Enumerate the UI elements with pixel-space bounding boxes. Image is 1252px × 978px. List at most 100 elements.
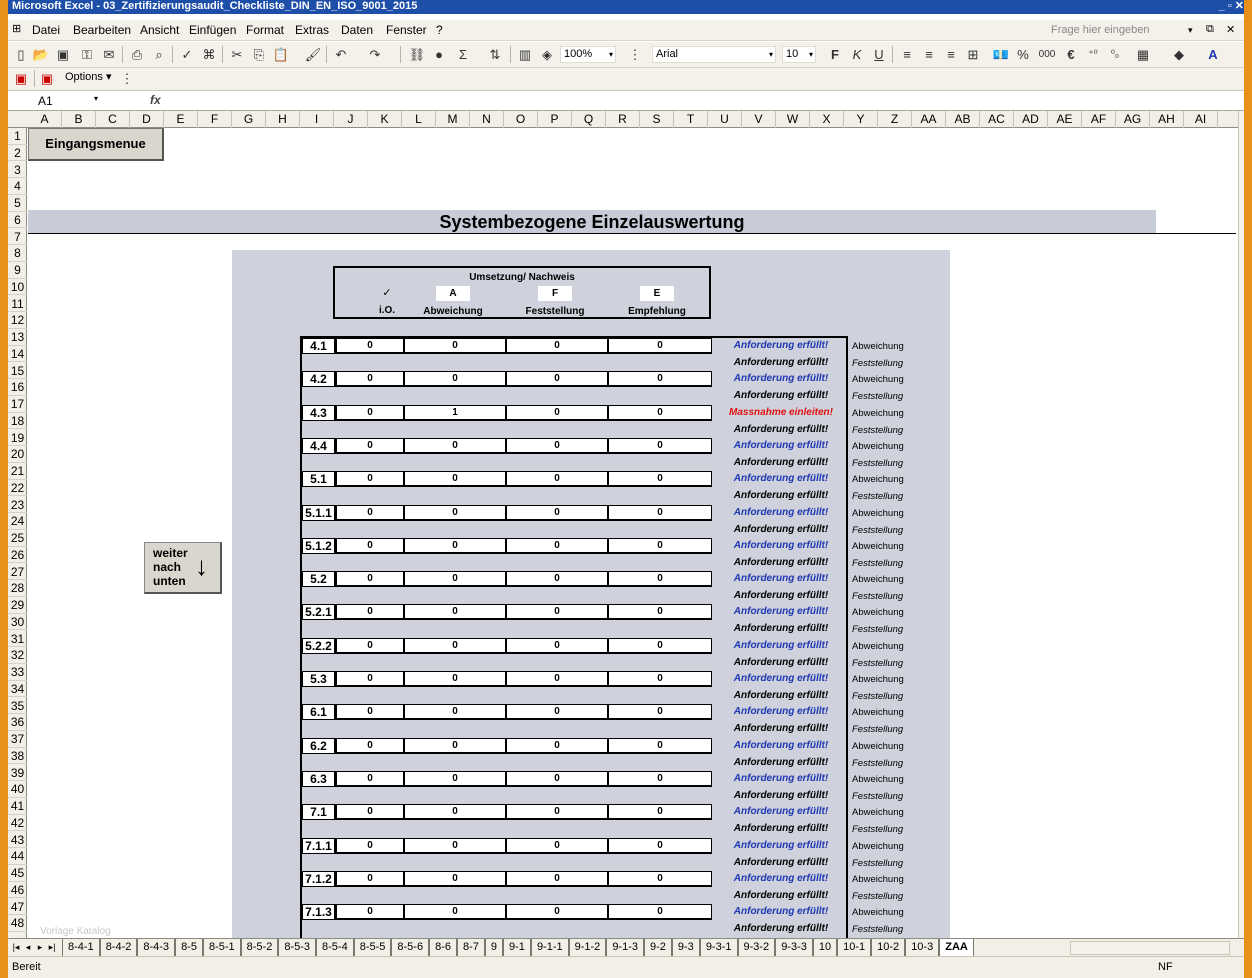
count-cell[interactable]: 0 [608,504,712,521]
research-icon[interactable]: ⌘ [200,46,218,63]
row-header[interactable]: 46 [8,882,27,899]
column-header[interactable]: Z [878,111,912,128]
align-left-icon[interactable]: ≡ [898,46,916,63]
row-header[interactable]: 5 [8,195,27,212]
sheet-tab[interactable]: 8-5-1 [202,939,241,956]
column-header[interactable]: AB [946,111,980,128]
column-header[interactable]: AI [1184,111,1218,128]
print-icon[interactable]: ⎙ [128,46,146,63]
row-header[interactable]: 16 [8,379,27,396]
count-cell[interactable]: 0 [404,371,506,388]
count-cell[interactable]: 0 [404,471,506,488]
excel-app-icon[interactable]: ⊞ [12,22,21,35]
column-header[interactable]: AE [1048,111,1082,128]
map-icon[interactable]: ◈ [538,46,556,63]
count-cell[interactable]: 0 [336,837,404,854]
row-header[interactable]: 12 [8,312,27,329]
row-header[interactable]: 31 [8,631,27,648]
row-header[interactable]: 25 [8,530,27,547]
count-cell[interactable]: 0 [506,604,608,621]
format-painter-icon[interactable]: 🖌 [304,46,322,63]
column-header[interactable]: O [504,111,538,128]
count-cell[interactable]: 0 [336,704,404,721]
column-header[interactable]: P [538,111,572,128]
count-cell[interactable]: 0 [336,371,404,388]
row-header[interactable]: 35 [8,698,27,715]
row-header[interactable]: 9 [8,262,27,279]
count-cell[interactable]: 0 [608,737,712,754]
sheet-tab[interactable]: 8-5-2 [240,939,279,956]
count-cell[interactable]: 0 [336,338,404,354]
row-header[interactable]: 27 [8,564,27,581]
font-select[interactable]: Arial ▾ [652,46,776,63]
options-button[interactable]: Options ▾ [62,70,120,87]
eingangsmenue-button[interactable]: Eingangsmenue [28,128,164,161]
pdf-icon[interactable]: ▣ [12,70,30,87]
row-header[interactable]: 45 [8,865,27,882]
count-cell[interactable]: 0 [506,904,608,921]
sheet-tab[interactable]: 8-5-3 [278,939,317,956]
count-cell[interactable]: 0 [608,870,712,887]
row-header[interactable]: 24 [8,513,27,530]
last-sheet-icon[interactable]: ▸| [46,940,58,955]
font-size-select[interactable]: 10 ▾ [782,46,816,63]
count-cell[interactable]: 0 [336,804,404,821]
menu-help[interactable]: ? [436,23,443,37]
row-header[interactable]: 33 [8,664,27,681]
column-header[interactable]: X [810,111,844,128]
row-header[interactable]: 44 [8,848,27,865]
count-cell[interactable]: 0 [336,404,404,421]
row-header[interactable]: 8 [8,245,27,262]
toolbar-options-icon[interactable]: ⋮ [626,46,644,63]
count-cell[interactable]: 0 [404,504,506,521]
count-cell[interactable]: 0 [336,770,404,787]
column-header[interactable]: M [436,111,470,128]
count-cell[interactable]: 0 [404,604,506,621]
new-icon[interactable]: ▯ [12,46,30,63]
pdf-options-icon[interactable]: ▣ [38,70,56,87]
column-header[interactable]: AD [1014,111,1048,128]
menu-einfuegen[interactable]: Einfügen [189,23,236,37]
column-header[interactable]: Y [844,111,878,128]
count-cell[interactable]: 0 [404,671,506,687]
row-header[interactable]: 23 [8,497,27,514]
column-header[interactable]: H [266,111,300,128]
count-cell[interactable]: 0 [608,537,712,554]
drawing-icon[interactable]: ● [430,46,448,63]
count-cell[interactable]: 0 [506,737,608,754]
count-cell[interactable]: 0 [506,637,608,654]
menu-format[interactable]: Format [246,23,284,37]
count-cell[interactable]: 0 [506,770,608,787]
column-header[interactable]: AF [1082,111,1116,128]
euro-icon[interactable]: € [1062,46,1080,63]
row-header[interactable]: 11 [8,296,27,313]
count-cell[interactable]: 0 [608,437,712,454]
column-header[interactable]: V [742,111,776,128]
row-header[interactable]: 42 [8,815,27,832]
column-header[interactable]: E [164,111,198,128]
zoom-select[interactable]: 100% ▾ [560,46,616,63]
first-sheet-icon[interactable]: |◂ [10,940,22,955]
decrease-decimal-icon[interactable]: ⁰₀ [1106,46,1124,63]
fill-color-icon[interactable]: ◆ [1170,46,1188,63]
print-preview-icon[interactable]: ⌕ [150,46,168,63]
row-header[interactable]: 6 [8,212,27,229]
row-header[interactable]: 10 [8,279,27,296]
prev-sheet-icon[interactable]: ◂ [22,940,34,955]
undo-icon[interactable]: ↶ [332,46,350,63]
row-header[interactable]: 43 [8,832,27,849]
sheet-tab[interactable]: 9-1 [503,939,531,956]
chart-icon[interactable]: ▥ [516,46,534,63]
increase-decimal-icon[interactable]: ⁺⁰ [1084,46,1102,63]
row-header[interactable]: 22 [8,480,27,497]
count-cell[interactable]: 0 [608,837,712,854]
font-color-icon[interactable]: A [1204,46,1222,63]
restore-icon[interactable]: ⧉ [1206,23,1214,36]
count-cell[interactable]: 0 [506,504,608,521]
count-cell[interactable]: 0 [608,671,712,687]
count-cell[interactable]: 0 [506,804,608,821]
bold-icon[interactable]: F [826,46,844,63]
sheet-tab[interactable]: 8-7 [457,939,485,956]
count-cell[interactable]: 0 [506,338,608,354]
sheet-tab[interactable]: 8-4-2 [99,939,138,956]
